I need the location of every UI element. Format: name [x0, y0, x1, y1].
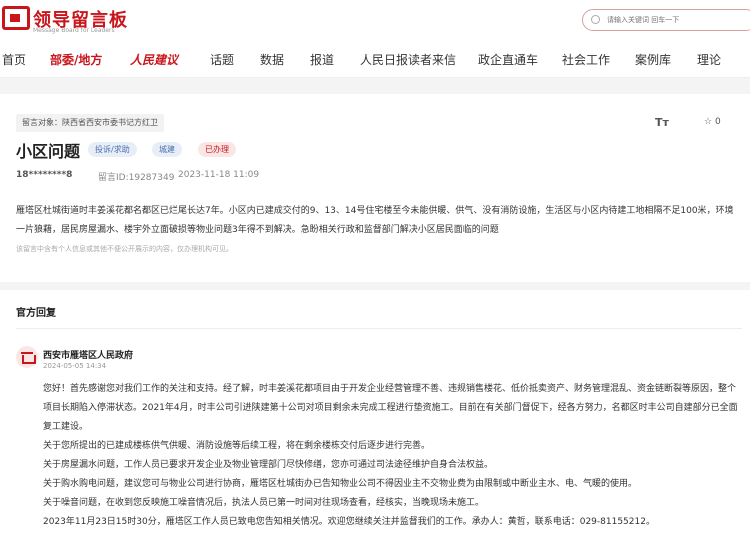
favorite-button[interactable]: ☆ 0: [704, 117, 721, 127]
message-datetime: 2023-11-18 11:09: [178, 170, 260, 180]
message-card: 留言对象：陕西省西安市委书记方红卫 Tт ☆ 0 小区问题 投诉/求助 城建 已…: [0, 94, 750, 282]
nav-item-social-work[interactable]: 社会工作: [562, 51, 610, 68]
reply-paragraph: 您好！首先感谢您对我们工作的关注和支持。经了解，时丰姜溪花都项目由于开发企业经营…: [43, 384, 738, 432]
reply-paragraph: 关于您所提出的已建成楼栋供气供暖、消防设施等后续工程，将在剩余楼栋交付后逐步进行…: [43, 441, 431, 451]
tag-domain[interactable]: 城建: [152, 142, 182, 157]
nav-item-data[interactable]: 数据: [260, 51, 284, 68]
logo-icon[interactable]: [2, 6, 30, 30]
message-title: 小区问题: [16, 142, 81, 161]
reply-paragraph: 关于购水购电问题，建议您可与物业公司进行协商，雁塔区杜城街办已告知物业公司不得因…: [43, 479, 638, 489]
divider: [16, 328, 742, 329]
tag-category[interactable]: 投诉/求助: [88, 142, 137, 157]
message-id: 留言ID:19287349: [98, 173, 175, 183]
search-icon[interactable]: [591, 15, 600, 24]
logo-subtitle: Message Board for Leaders: [33, 27, 115, 34]
nav-item-cases[interactable]: 案例库: [635, 51, 671, 68]
main-nav: 首页 部委/地方 人民建议 话题 数据 报道 人民日报读者来信 政企直通车 社会…: [0, 40, 750, 78]
reply-time: 2024-05-05 14:34: [43, 362, 107, 370]
search-box[interactable]: [582, 9, 750, 31]
site-header: 领导留言板 Message Board for Leaders: [0, 0, 750, 40]
reply-card: 官方回复 西安市雁塔区人民政府 2024-05-05 14:34 您好！首先感谢…: [0, 290, 750, 538]
nav-item-reports[interactable]: 报道: [310, 51, 334, 68]
nav-item-suggestions[interactable]: 人民建议: [130, 51, 178, 68]
message-content: 雁塔区杜城街道时丰姜溪花都名都区已烂尾长达7年。小区内已建成交付的9、13、14…: [16, 206, 734, 235]
message-target[interactable]: 留言对象：陕西省西安市委书记方红卫: [16, 114, 164, 132]
font-size-icon[interactable]: Tт: [655, 116, 669, 129]
reply-paragraph: 关于噪音问题，在收到您反映施工噪音情况后，执法人员已第一时间对往现场查看，经核实…: [43, 498, 485, 508]
nav-item-letters[interactable]: 人民日报读者来信: [360, 51, 456, 68]
reply-paragraph: 2023年11月23日15时30分，雁塔区工作人员已致电您告知相关情况。欢迎您继…: [43, 517, 655, 527]
reply-content: 您好！首先感谢您对我们工作的关注和支持。经了解，时丰姜溪花都项目由于开发企业经营…: [43, 380, 743, 532]
nav-item-home[interactable]: 首页: [2, 51, 26, 68]
search-input[interactable]: [607, 13, 747, 27]
status-badge: 已办理: [198, 142, 236, 157]
message-user: 18********8: [16, 170, 73, 180]
favorite-count: 0: [714, 117, 721, 127]
reply-heading: 官方回复: [16, 308, 56, 319]
nav-item-theory[interactable]: 理论: [697, 51, 721, 68]
nav-item-govt-enterprise[interactable]: 政企直通车: [478, 51, 538, 68]
government-building-icon: [16, 346, 38, 368]
reply-org-name: 西安市雁塔区人民政府: [43, 351, 134, 361]
privacy-notice: 该留言中含有个人信息或其他不便公开展示的内容，仅办理机构可见。: [16, 245, 233, 253]
reply-paragraph: 关于房屋漏水问题，工作人员已要求开发企业及物业管理部门尽快修缮，您亦可通过司法途…: [43, 460, 494, 470]
nav-item-topics[interactable]: 话题: [210, 51, 234, 68]
nav-item-ministries[interactable]: 部委/地方: [50, 51, 102, 68]
